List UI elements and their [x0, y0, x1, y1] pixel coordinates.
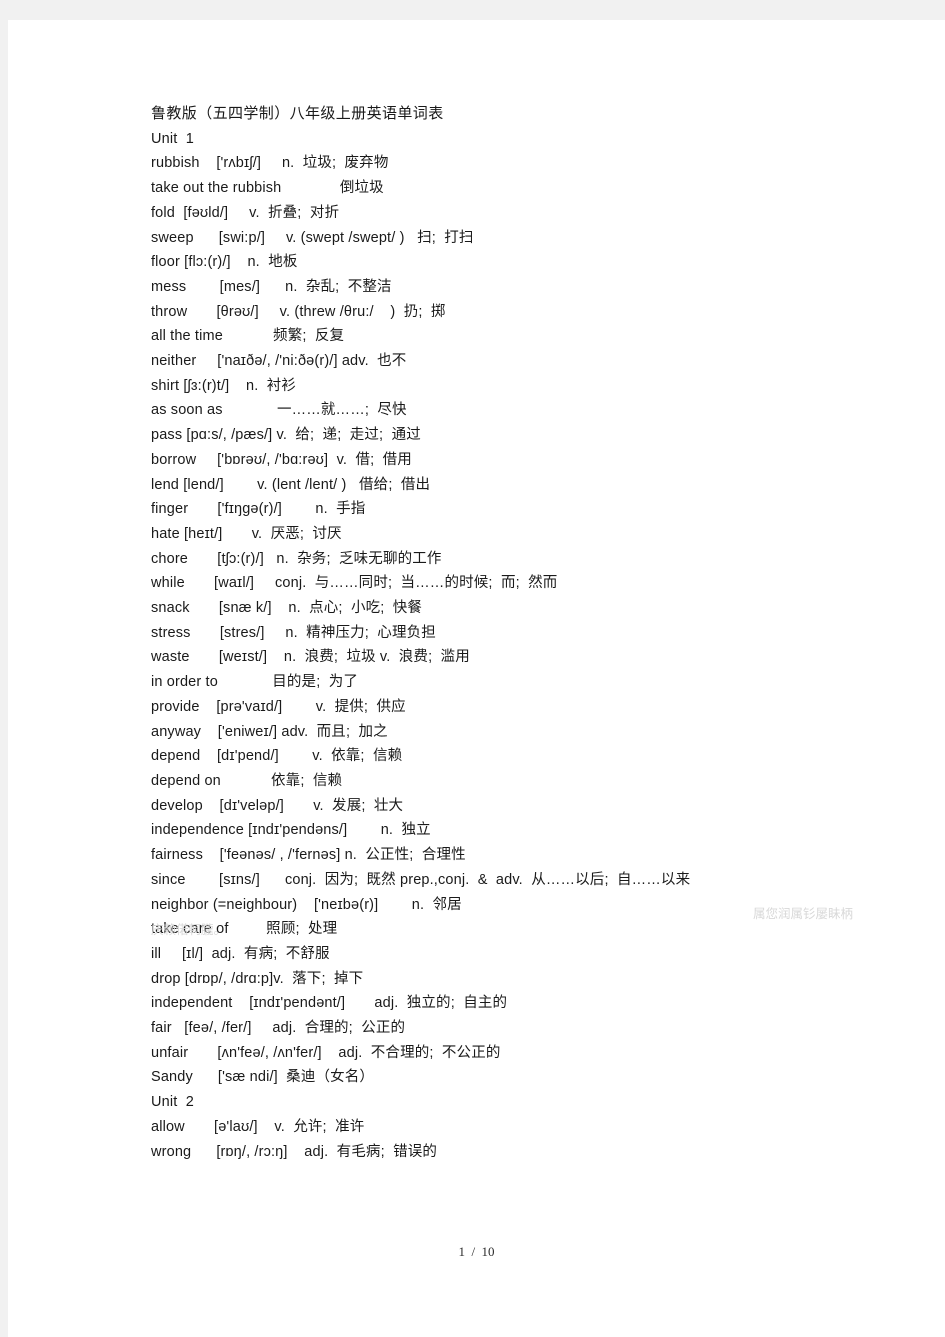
word-entry: while [waɪl/] conj. 与……同时; 当……的时候; 而; 然而 — [151, 575, 558, 592]
word-entry: depend [dɪ'pend/] v. 依靠; 信赖 — [151, 748, 403, 765]
word-list: Unit 1 rubbish ['rʌbɪʃ/] n. 垃圾; 废弃物 take o… — [151, 127, 891, 1165]
unit-heading: Unit 2 — [151, 1094, 194, 1111]
word-entry: as soon as 一……就……; 尽快 — [151, 402, 407, 419]
word-entry: take care of 照顾; 处理 — [151, 921, 338, 938]
word-entry: chore [tʃɔ:(r)/] n. 杂务; 乏味无聊的工作 — [151, 550, 442, 567]
word-entry: lend [lend/] v. (lent /lent/ ) 借给; 借出 — [151, 476, 431, 493]
word-entry: develop [dɪ'veləp/] v. 发展; 壮大 — [151, 797, 404, 814]
word-entry: fold [fəʊld/] v. 折叠; 对折 — [151, 204, 340, 221]
word-entry: fair [feə/, /fer/] adj. 合理的; 公正的 — [151, 1020, 406, 1037]
word-entry: since [sɪns/] conj. 因为; 既然 prep.,conj. &… — [151, 871, 691, 888]
document-viewport: 鲁教版（五四学制）八年级上册英语单词表 Unit 1 rubbish ['rʌbɪ… — [0, 0, 945, 1337]
word-entry: depend on 依靠; 信赖 — [151, 772, 343, 789]
word-entry: anyway ['eniweɪ/] adv. 而且; 加之 — [151, 723, 388, 740]
document-text-body: 鲁教版（五四学制）八年级上册英语单词表 Unit 1 rubbish ['rʌbɪ… — [151, 102, 891, 1164]
word-entry: in order to 目的是; 为了 — [151, 674, 359, 691]
word-entry: independence [ɪndɪ'pendəns/] n. 独立 — [151, 822, 431, 839]
unit-heading: Unit 1 — [151, 130, 194, 147]
word-entry: rubbish ['rʌbɪʃ/] n. 垃圾; 废弃物 — [151, 155, 389, 172]
word-entry: Sandy ['sæ ndi/] 桑迪（女名） — [151, 1069, 375, 1086]
word-entry: unfair [ʌn'feə/, /ʌn'fer/] adj. 不合理的; 不公… — [151, 1044, 501, 1061]
word-entry: all the time 频繁; 反复 — [151, 328, 345, 345]
word-entry: shirt [ʃɜ:(r)t/] n. 衬衫 — [151, 377, 297, 394]
word-entry: snack [snæ k/] n. 点心; 小吃; 快餐 — [151, 600, 423, 617]
word-entry: sweep [swi:p/] v. (swept /swept/ ) 扫; 打扫 — [151, 229, 474, 246]
word-entry: independent [ɪndɪ'pendənt/] adj. 独立的; 自主… — [151, 995, 508, 1012]
word-entry: neighbor (=neighbour) ['neɪbə(r)] n. 邻居 — [151, 896, 462, 913]
word-entry: drop [drɒp/, /drɑ:p]v. 落下; 掉下 — [151, 970, 364, 987]
word-entry: throw [θrəʊ/] v. (threw /θru:/ ) 扔; 掷 — [151, 303, 446, 320]
word-entry: hate [heɪt/] v. 厌恶; 讨厌 — [151, 525, 342, 542]
word-entry: floor [flɔ:(r)/] n. 地板 — [151, 254, 298, 271]
word-entry: provide [prə'vaɪd/] v. 提供; 供应 — [151, 698, 406, 715]
word-entry: take out the rubbish 倒垃圾 — [151, 180, 384, 197]
word-entry: finger ['fɪŋgə(r)/] n. 手指 — [151, 501, 366, 518]
word-entry: mess [mes/] n. 杂乱; 不整洁 — [151, 278, 392, 295]
page-sheet: 鲁教版（五四学制）八年级上册英语单词表 Unit 1 rubbish ['rʌbɪ… — [8, 20, 945, 1337]
word-entry: borrow ['bɒrəʊ/, /'bɑ:rəʊ] v. 借; 借用 — [151, 451, 412, 468]
word-entry: wrong [rɒŋ/, /rɔ:ŋ] adj. 有毛病; 错误的 — [151, 1143, 438, 1160]
word-entry: neither ['naɪðə/, /'ni:ðə(r)/] adv. 也不 — [151, 353, 407, 370]
word-entry: stress [stres/] n. 精神压力; 心理负担 — [151, 624, 436, 641]
word-entry: allow [ə'laʊ/] v. 允许; 准许 — [151, 1118, 365, 1135]
word-entry: fairness ['feənəs/ , /'fernəs] n. 公正性; 合… — [151, 847, 466, 864]
word-entry: ill [ɪl/] adj. 有病; 不舒服 — [151, 945, 330, 962]
document-title: 鲁教版（五四学制）八年级上册英语单词表 — [151, 105, 444, 122]
word-entry: waste [weɪst/] n. 浪费; 垃圾 v. 浪费; 滥用 — [151, 649, 470, 666]
page-number-footer: 1 / 10 — [458, 1244, 495, 1259]
word-entry: pass [pɑ:s/, /pæs/] v. 给; 递; 走过; 通过 — [151, 427, 421, 444]
